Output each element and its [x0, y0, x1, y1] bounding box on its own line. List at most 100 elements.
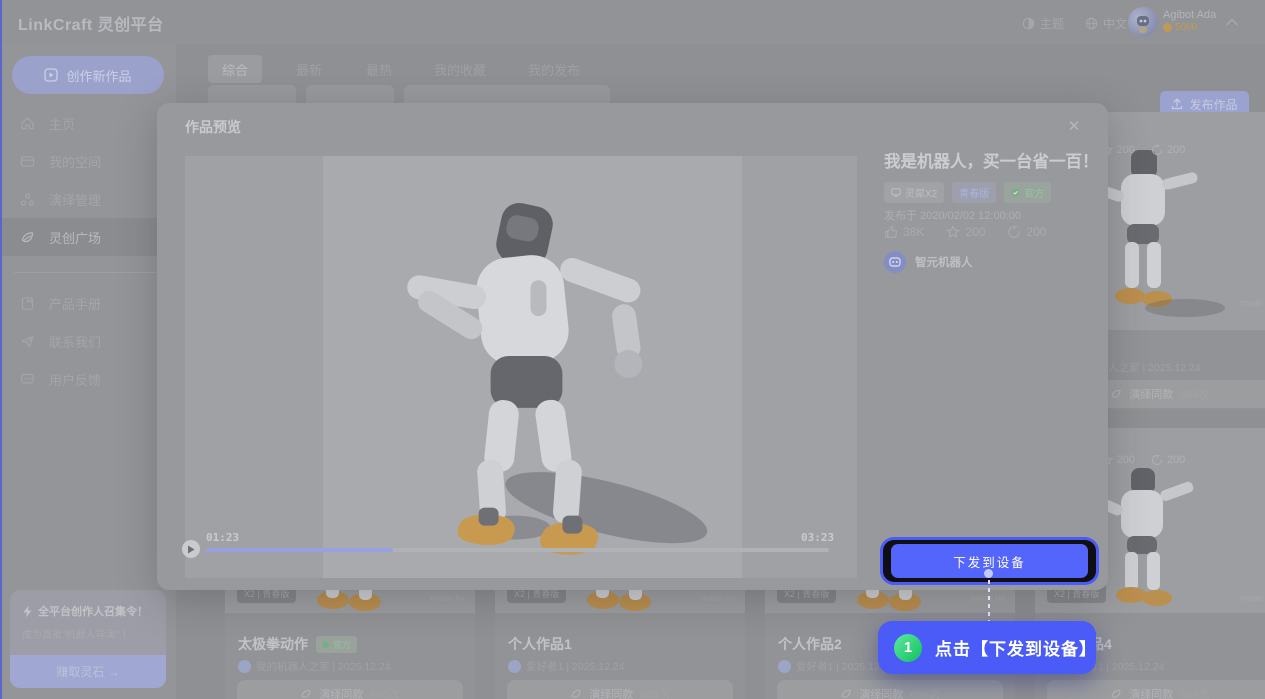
guide-text: 点击【下发到设备】 [935, 635, 1097, 660]
sidebar-item-contact[interactable]: 联系我们 [0, 322, 176, 360]
sidebar-item-manual[interactable]: 产品手册 [0, 284, 176, 322]
card-title: 个人作品2 [778, 634, 842, 654]
user-info[interactable]: Agibot Ada 5000 [1163, 9, 1216, 33]
chevron-up-icon[interactable] [1226, 18, 1238, 26]
card-meta: 爱好者1 | 2025.12.24 [508, 659, 624, 674]
perform-same-button[interactable]: 演绎同款 666次 [1047, 680, 1265, 699]
app-window: LinkCraft 灵创平台 主题 中文 Agibot Ad [0, 0, 1265, 699]
paper-plane-icon [20, 334, 35, 349]
robot-video-still [323, 156, 742, 578]
perform-same-label: 演绎同款 [859, 686, 903, 699]
card-stars-count: 200 [1117, 454, 1135, 466]
sidebar-my-space-label: 我的空间 [49, 152, 101, 171]
theme-toggle[interactable]: 主题 [1022, 15, 1064, 32]
like-count: 38K [903, 225, 924, 239]
sidebar-item-my-space[interactable]: 我的空间 [0, 142, 176, 180]
play-button[interactable] [182, 540, 200, 558]
create-icon [44, 68, 58, 82]
sidebar-item-plaza[interactable]: 灵创广场 [0, 218, 176, 256]
official-tag-label: 官方 [1024, 185, 1044, 200]
work-stats: 38K 200 200 [884, 225, 1046, 239]
card-title-row: 个人作品2 [778, 634, 842, 654]
card-title: 太极拳动作 [238, 634, 308, 654]
device-icon [891, 188, 901, 197]
card-shares: 200 [1151, 144, 1185, 156]
sidebar-divider [14, 272, 162, 273]
author-name: 智元机器人 [915, 254, 973, 270]
app-logo: LinkCraft 灵创平台 [18, 11, 164, 35]
edition-tag: 青春版 [952, 182, 996, 203]
author-mini-avatar [778, 660, 791, 673]
user-points: 5000 [1163, 22, 1216, 33]
nodes-icon [20, 192, 35, 207]
sidebar-item-feedback[interactable]: 用户反馈 [0, 360, 176, 398]
tab-my-posts[interactable]: 我的发布 [514, 55, 594, 83]
official-dot-icon [322, 641, 329, 648]
sidebar-item-performance[interactable]: 演绎管理 [0, 180, 176, 218]
sidebar-item-home[interactable]: 主页 [0, 104, 176, 142]
perform-same-count: 666次 [1180, 686, 1209, 699]
favorite-count: 200 [965, 225, 985, 239]
tab-my-favorites[interactable]: 我的收藏 [420, 55, 500, 83]
progress-bar[interactable] [206, 548, 829, 552]
share-icon [1151, 454, 1163, 466]
perform-same-label: 演绎同款 [1129, 686, 1173, 699]
theme-icon [1022, 17, 1035, 30]
sidebar-home-label: 主页 [49, 114, 75, 133]
leaf-icon [20, 230, 35, 245]
tab-hottest[interactable]: 最热 [352, 55, 406, 83]
perform-same-button[interactable]: 演绎同款 666次 [237, 680, 463, 699]
perform-same-button[interactable]: 演绎同款 666次 [507, 680, 733, 699]
close-icon[interactable]: ✕ [1065, 117, 1083, 135]
favorite-button[interactable]: 200 [946, 225, 985, 239]
card-title: 个人作品1 [508, 634, 572, 654]
user-avatar[interactable] [1128, 7, 1158, 37]
card-meta: 爱好者1 | 2025.12.24 [778, 659, 894, 674]
create-work-button[interactable]: 创作新作品 [12, 56, 164, 94]
author-avatar [884, 251, 906, 273]
share-icon [1151, 144, 1163, 156]
sidebar-manual-label: 产品手册 [49, 294, 101, 313]
card-meta: 我的机器人之家 | 2025.12.24 [238, 659, 391, 674]
sidebar-contact-label: 联系我们 [49, 332, 101, 351]
sidebar: 创作新作品 主页 我的空间 演绎管理 [0, 44, 176, 699]
modal-title: 作品预览 [185, 117, 241, 137]
perform-same-count: 666次 [640, 686, 669, 699]
top-bar: LinkCraft 灵创平台 主题 中文 Agibot Ad [0, 0, 1265, 44]
user-name: Agibot Ada [1163, 9, 1216, 22]
guide-dotted-line [988, 580, 990, 622]
card-shares-count: 200 [1167, 144, 1185, 156]
official-badge: 官方 [316, 636, 357, 653]
current-time: 01:23 [206, 531, 239, 544]
home-icon [20, 116, 35, 131]
promo-title-row: 全平台创作人召集令！ [22, 603, 154, 619]
perform-same-count: 666次 [910, 686, 939, 699]
tab-newest[interactable]: 最新 [282, 55, 336, 83]
promo-subtitle: 成为首批"机器人导演" ！ [22, 626, 154, 641]
robot-face-icon [889, 257, 901, 267]
play-icon [187, 545, 195, 554]
chat-bubble-icon [20, 372, 35, 387]
share-icon [1007, 225, 1021, 239]
theme-label: 主题 [1040, 15, 1064, 32]
sidebar-performance-label: 演绎管理 [49, 190, 101, 209]
promo-title: 全平台创作人召集令！ [38, 603, 148, 619]
sidebar-feedback-label: 用户反馈 [49, 370, 101, 389]
tab-overall[interactable]: 综合 [208, 55, 262, 83]
share-button[interactable]: 200 [1007, 225, 1046, 239]
earn-gems-button[interactable]: 赚取灵石 → [10, 655, 166, 688]
video-player[interactable] [185, 156, 857, 578]
card-author-date: 爱好者1 | 2025.12.24 [526, 659, 624, 674]
guide-tooltip: 1 点击【下发到设备】 [878, 621, 1096, 674]
globe-icon [1085, 17, 1098, 30]
card-shares-count: 200 [1167, 454, 1185, 466]
author-row[interactable]: 智元机器人 [884, 251, 973, 273]
create-work-label: 创作新作品 [66, 66, 131, 85]
language-switch[interactable]: 中文 [1085, 15, 1127, 32]
like-button[interactable]: 38K [884, 225, 924, 239]
leaf-icon [1110, 688, 1122, 699]
publish-date: 发布于 2020/02/02 12:00:00 [884, 207, 1021, 223]
language-label: 中文 [1103, 15, 1127, 32]
publish-work-label: 发布作品 [1189, 96, 1237, 113]
perform-same-button[interactable]: 演绎同款 666次 [777, 680, 1003, 699]
